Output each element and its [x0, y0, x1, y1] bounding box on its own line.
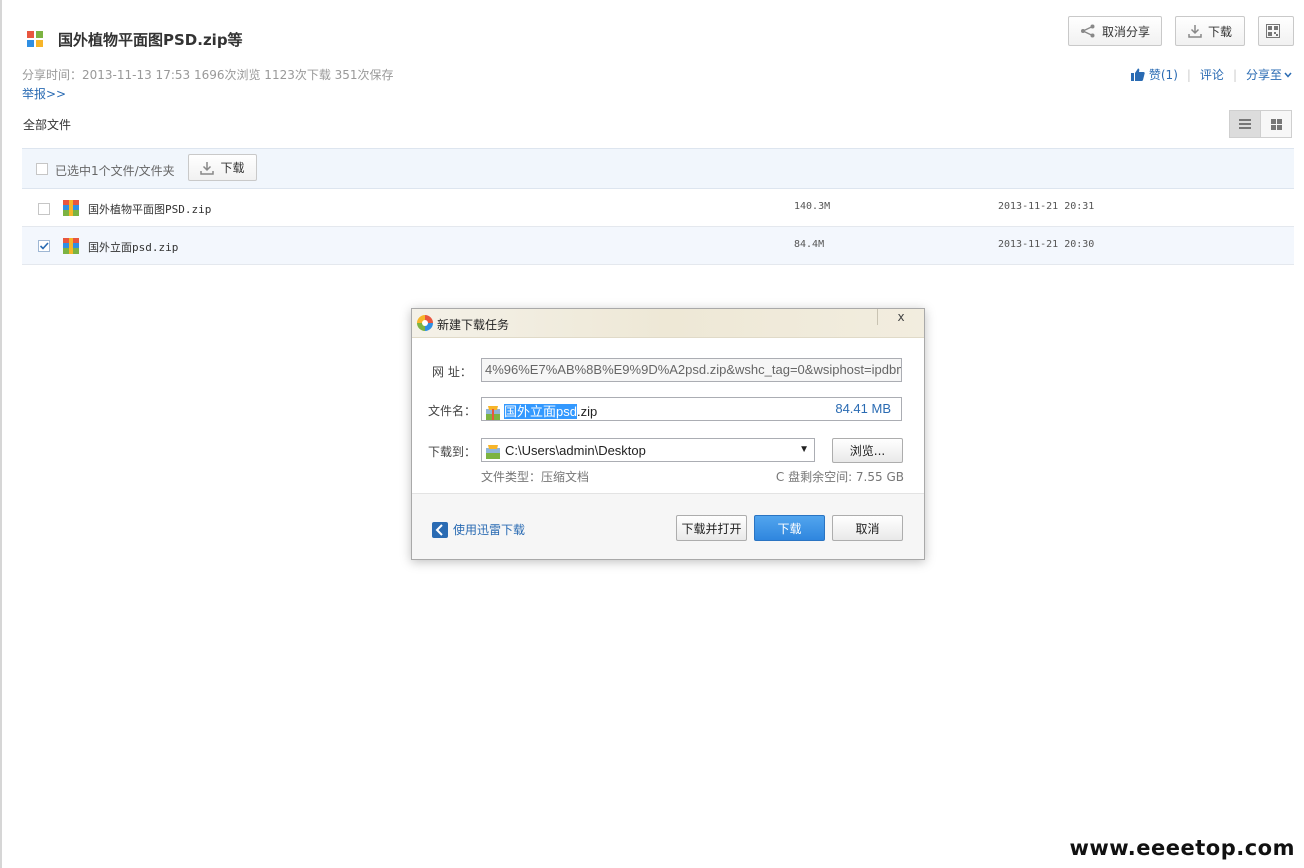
thumbs-up-icon: [1130, 68, 1145, 81]
social-bar: 赞(1) | 评论 | 分享至: [1130, 66, 1292, 83]
download-button[interactable]: 下载: [754, 515, 825, 541]
qr-code-button[interactable]: [1258, 16, 1294, 46]
chevron-down-icon: [1284, 72, 1292, 78]
page-left-border: [0, 0, 2, 868]
select-all-checkbox[interactable]: [36, 163, 48, 175]
filename-selected-text: 国外立面psd: [504, 404, 577, 419]
list-download-label: 下载: [220, 161, 245, 175]
report-link[interactable]: 举报>>: [22, 85, 66, 102]
new-download-dialog: 新建下载任务 x 网 址： 4%96%E7%AB%8B%E9%9D%A2psd.…: [411, 308, 925, 560]
download-and-open-button[interactable]: 下载并打开: [676, 515, 747, 541]
file-list-header: 已选中1个文件/文件夹 下载: [22, 148, 1294, 189]
free-space-text: C 盘剩余空间: 7.55 GB: [775, 470, 904, 484]
separator: |: [1232, 67, 1237, 82]
checkmark-icon: [39, 242, 49, 250]
share-icon: [1080, 24, 1095, 38]
watermark: www.eeeetop.com: [1069, 836, 1295, 860]
list-view-button[interactable]: [1230, 111, 1260, 137]
view-toggle: [1229, 110, 1292, 138]
browse-label: 浏览...: [849, 444, 886, 458]
grid-view-icon: [1270, 118, 1282, 130]
title-row: 国外植物平面图PSD.zip等: [27, 28, 243, 50]
save-path-value: C:\Users\admin\Desktop: [505, 443, 646, 458]
url-label: 网 址：: [432, 365, 472, 379]
share-to-link[interactable]: 分享至: [1246, 66, 1282, 83]
download-icon: [1188, 25, 1202, 38]
url-field[interactable]: 4%96%E7%AB%8B%E9%9D%A2psd.zip&wshc_tag=0…: [481, 358, 902, 382]
dropdown-caret-icon: ▼: [799, 444, 809, 455]
file-group-icon: [27, 31, 43, 47]
url-value: 4%96%E7%AB%8B%E9%9D%A2psd.zip&wshc_tag=0…: [485, 362, 902, 377]
list-view-icon: [1239, 119, 1251, 129]
cancel-share-label: 取消分享: [1101, 24, 1150, 39]
archive-file-icon: [486, 405, 500, 420]
zip-file-icon: [63, 238, 79, 254]
thunder-download-label: 使用迅雷下载: [453, 523, 526, 537]
filename-label: 文件名：: [428, 404, 477, 418]
file-size: 84.4M: [794, 239, 825, 250]
file-size-value: 84.41 MB: [835, 401, 891, 416]
browse-button[interactable]: 浏览...: [832, 438, 903, 463]
row-checkbox-checked[interactable]: [38, 240, 50, 252]
save-to-label: 下载到：: [428, 445, 477, 459]
thunder-back-icon: [432, 521, 448, 538]
separator: |: [1186, 67, 1191, 82]
cancel-share-button[interactable]: 取消分享: [1068, 16, 1162, 46]
download-label: 下载: [777, 521, 802, 536]
table-row[interactable]: 国外立面psd.zip 84.4M 2013-11-21 20:30: [22, 227, 1294, 265]
qr-code-icon: [1266, 24, 1280, 38]
filename-field[interactable]: 国外立面psd.zip 84.41 MB: [481, 397, 902, 421]
save-path-dropdown[interactable]: C:\Users\admin\Desktop ▼: [481, 438, 815, 462]
file-date: 2013-11-21 20:31: [998, 201, 1095, 212]
page-title: 国外植物平面图PSD.zip等: [58, 30, 243, 49]
download-and-open-label: 下载并打开: [681, 521, 742, 536]
header-download-label: 下载: [1207, 24, 1232, 39]
close-button[interactable]: x: [877, 309, 924, 325]
thunder-download-link[interactable]: 使用迅雷下载: [432, 521, 525, 538]
header-download-button[interactable]: 下载: [1175, 16, 1245, 46]
filename-extension: .zip: [576, 404, 598, 419]
cancel-button[interactable]: 取消: [832, 515, 903, 541]
download-icon: [200, 161, 215, 175]
file-date: 2013-11-21 20:30: [998, 239, 1095, 250]
file-type-text: 文件类型：压缩文档: [481, 470, 590, 484]
grid-view-button[interactable]: [1260, 111, 1291, 137]
table-row[interactable]: 国外植物平面图PSD.zip 140.3M 2013-11-21 20:31: [22, 189, 1294, 227]
close-icon: x: [897, 310, 905, 324]
file-name[interactable]: 国外植物平面图PSD.zip: [88, 201, 211, 217]
dialog-title: 新建下载任务: [437, 318, 510, 332]
file-size: 140.3M: [794, 201, 831, 212]
cancel-label: 取消: [855, 521, 880, 536]
folder-icon: [486, 444, 500, 459]
like-link[interactable]: 赞(1): [1149, 66, 1178, 83]
row-checkbox[interactable]: [38, 203, 50, 215]
share-meta: 分享时间：2013-11-13 17:53 1696次浏览 1123次下载 35…: [22, 68, 394, 82]
selected-count-label: 已选中1个文件/文件夹: [55, 164, 175, 178]
list-download-button[interactable]: 下载: [188, 154, 257, 181]
dialog-title-bar[interactable]: 新建下载任务 x: [412, 309, 924, 338]
file-name[interactable]: 国外立面psd.zip: [88, 239, 178, 255]
all-files-label: 全部文件: [23, 118, 72, 132]
browser-logo-icon: [417, 315, 433, 331]
comment-link[interactable]: 评论: [1200, 66, 1224, 83]
zip-file-icon: [63, 200, 79, 216]
